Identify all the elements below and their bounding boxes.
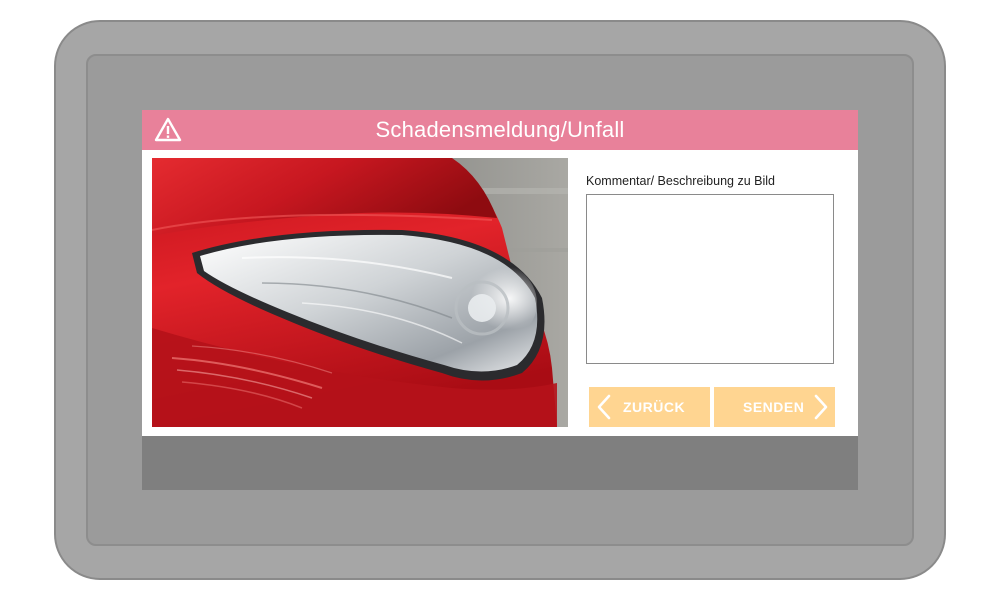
- chevron-left-icon: [597, 394, 611, 420]
- send-button[interactable]: SENDEN: [714, 387, 835, 427]
- page-title: Schadensmeldung/Unfall: [375, 117, 625, 142]
- back-button-label: ZURÜCK: [623, 399, 686, 415]
- damage-photo: [152, 158, 568, 427]
- comment-label: Kommentar/ Beschreibung zu Bild: [586, 174, 775, 188]
- comment-textarea[interactable]: [586, 194, 834, 364]
- title-bar: Schadensmeldung/Unfall: [142, 110, 858, 150]
- screen-bottom-band: [142, 436, 858, 490]
- stage: Schadensmeldung/Unfall Kommentar/ Beschr…: [0, 0, 1000, 600]
- send-button-label: SENDEN: [743, 399, 805, 415]
- back-button[interactable]: ZURÜCK: [589, 387, 710, 427]
- screen: Schadensmeldung/Unfall Kommentar/ Beschr…: [142, 110, 858, 490]
- content-panel: Kommentar/ Beschreibung zu Bild ZURÜCK S…: [142, 150, 858, 436]
- chevron-right-icon: [814, 394, 828, 420]
- car-headlight-image: [152, 158, 568, 427]
